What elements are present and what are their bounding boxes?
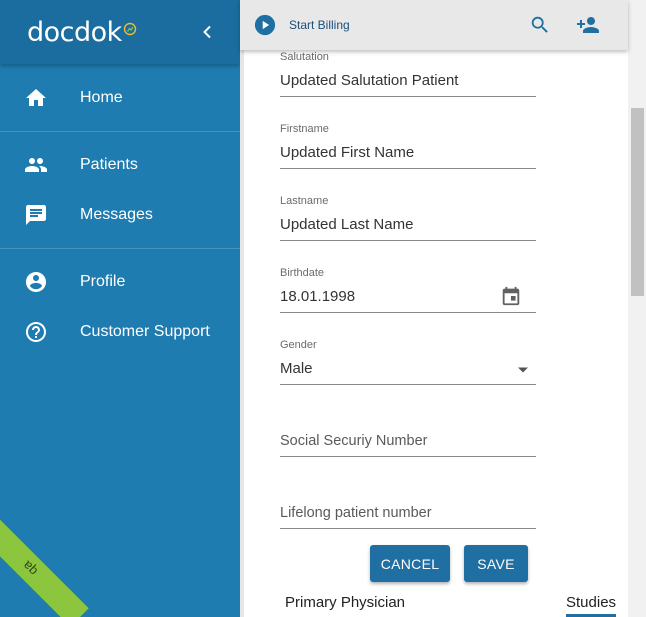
sidebar-item-home[interactable]: Home bbox=[0, 73, 240, 123]
lifelong-number-field: Lifelong patient number bbox=[280, 492, 536, 532]
collapse-sidebar-button[interactable] bbox=[197, 21, 217, 43]
firstname-value: Updated First Name bbox=[280, 144, 415, 161]
message-icon bbox=[26, 205, 46, 225]
gender-select[interactable]: Male bbox=[280, 356, 536, 382]
tab-studies[interactable]: Studies bbox=[566, 594, 616, 611]
docdok-logo[interactable]: docdok bbox=[27, 16, 137, 48]
sidebar-item-label: Patients bbox=[80, 156, 138, 173]
nav-divider bbox=[0, 131, 240, 132]
sidebar-item-messages[interactable]: Messages bbox=[0, 190, 240, 240]
nav-divider bbox=[0, 248, 240, 249]
sidebar-item-patients[interactable]: Patients bbox=[0, 140, 240, 190]
salutation-value: Updated Salutation Patient bbox=[280, 72, 459, 89]
brand-name: docdok bbox=[27, 16, 122, 48]
save-button[interactable]: SAVE bbox=[464, 545, 528, 582]
play-circle-icon[interactable] bbox=[254, 14, 276, 36]
firstname-input[interactable]: Updated First Name bbox=[280, 140, 536, 166]
environment-badge-label: qa bbox=[19, 557, 41, 579]
social-security-placeholder: Social Securiy Number bbox=[280, 433, 428, 449]
top-toolbar: Start Billing bbox=[240, 0, 628, 50]
lastname-field: Lastname Updated Last Name bbox=[280, 194, 536, 242]
lastname-underline bbox=[280, 240, 536, 241]
lifelong-number-placeholder: Lifelong patient number bbox=[280, 505, 432, 521]
sidebar-item-label: Customer Support bbox=[80, 323, 210, 340]
dropdown-arrow-icon bbox=[518, 367, 528, 373]
primary-physician-title: Primary Physician bbox=[285, 594, 406, 611]
sidebar-item-customer-support[interactable]: Customer Support bbox=[0, 307, 240, 357]
gender-underline bbox=[280, 384, 536, 385]
lifelong-number-input[interactable]: Lifelong patient number bbox=[280, 500, 536, 526]
lastname-label: Lastname bbox=[280, 195, 329, 207]
birthdate-value: 18.01.1998 bbox=[280, 288, 356, 305]
social-security-field: Social Securiy Number bbox=[280, 420, 536, 460]
account-circle-icon bbox=[26, 272, 46, 292]
social-security-input[interactable]: Social Securiy Number bbox=[280, 428, 536, 454]
scrollbar-thumb[interactable] bbox=[631, 108, 644, 296]
gender-field: Gender Male bbox=[280, 338, 536, 386]
sidebar: docdok Home Patients Messages Profile Cu… bbox=[0, 0, 240, 617]
salutation-field: Salutation Updated Salutation Patient bbox=[280, 50, 536, 98]
birthdate-input[interactable]: 18.01.1998 bbox=[280, 284, 536, 310]
people-icon bbox=[25, 158, 47, 172]
salutation-input[interactable]: Updated Salutation Patient bbox=[280, 68, 536, 94]
salutation-underline bbox=[280, 96, 536, 97]
gender-value: Male bbox=[280, 360, 313, 377]
calendar-icon[interactable] bbox=[500, 285, 522, 307]
app-window: Salutation Updated Salutation Patient Fi… bbox=[0, 0, 646, 617]
sidebar-header: docdok bbox=[0, 0, 240, 64]
birthdate-underline bbox=[280, 312, 536, 313]
lastname-value: Updated Last Name bbox=[280, 216, 414, 233]
lastname-input[interactable]: Updated Last Name bbox=[280, 212, 536, 238]
birthdate-field: Birthdate 18.01.1998 bbox=[280, 266, 536, 314]
firstname-underline bbox=[280, 168, 536, 169]
environment-badge: qa bbox=[0, 509, 89, 617]
logo-mark-icon bbox=[123, 22, 136, 36]
add-user-icon[interactable] bbox=[576, 13, 600, 37]
chevron-left-icon bbox=[203, 25, 211, 39]
firstname-field: Firstname Updated First Name bbox=[280, 122, 536, 170]
cancel-button[interactable]: CANCEL bbox=[370, 545, 450, 582]
sidebar-item-label: Home bbox=[80, 89, 123, 106]
social-security-underline bbox=[280, 456, 536, 457]
gender-label: Gender bbox=[280, 339, 317, 351]
scrollbar-track[interactable] bbox=[628, 0, 646, 617]
lifelong-number-underline bbox=[280, 528, 536, 529]
search-icon[interactable] bbox=[529, 14, 551, 36]
birthdate-label: Birthdate bbox=[280, 267, 325, 279]
sidebar-item-label: Profile bbox=[80, 273, 126, 290]
firstname-label: Firstname bbox=[280, 123, 329, 135]
home-icon bbox=[26, 89, 46, 106]
sidebar-item-label: Messages bbox=[80, 206, 153, 223]
help-circle-icon bbox=[26, 322, 46, 342]
start-billing-link[interactable]: Start Billing bbox=[289, 18, 350, 32]
sidebar-item-profile[interactable]: Profile bbox=[0, 257, 240, 307]
salutation-label: Salutation bbox=[280, 51, 329, 63]
